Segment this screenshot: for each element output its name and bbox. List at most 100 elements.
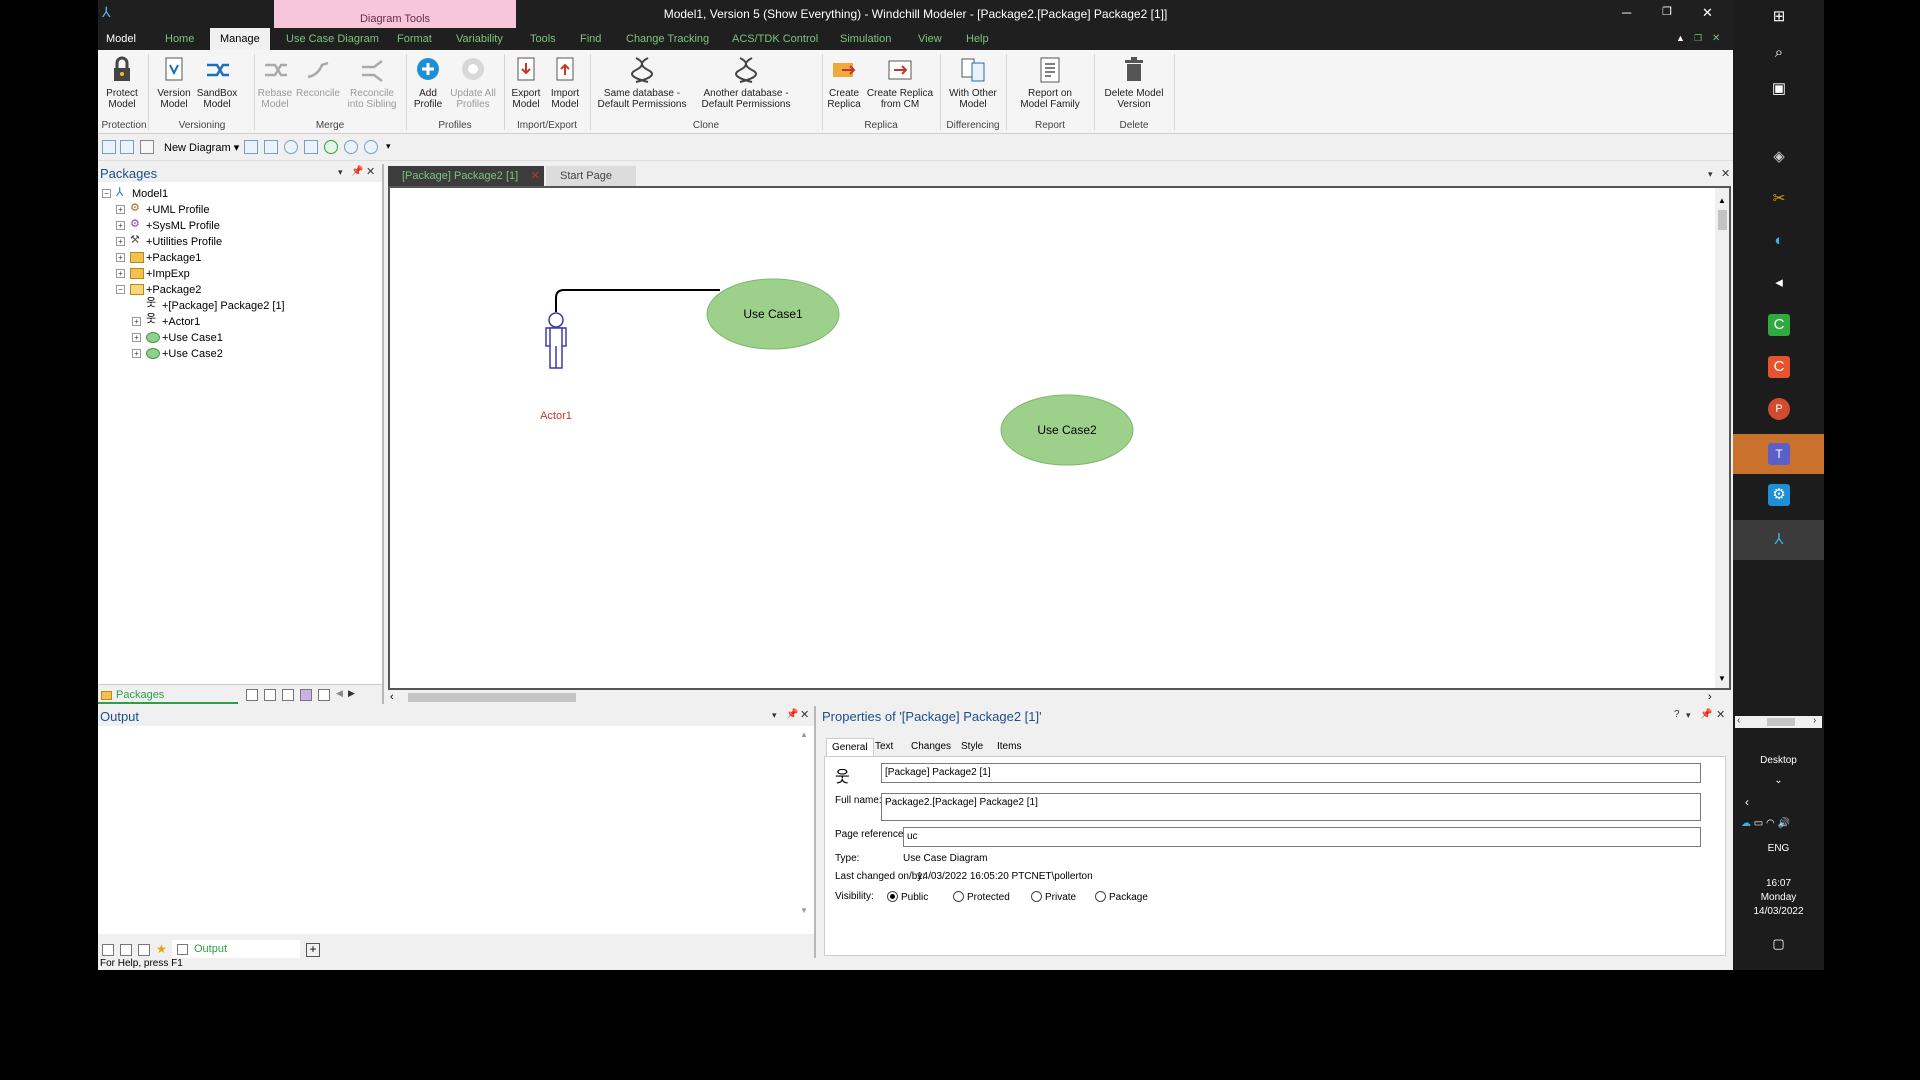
expand-icon[interactable]: + — [132, 333, 141, 342]
wifi-icon[interactable]: ◠ — [1766, 818, 1775, 829]
horizontal-scroll-thumb[interactable] — [408, 693, 576, 702]
doc-tab-start-page[interactable]: Start Page — [546, 166, 636, 186]
clone-another-database-button[interactable]: Another database - Default Permissions — [694, 55, 798, 110]
taskbar-scroll-right-icon[interactable]: › — [1813, 715, 1816, 726]
mdi-restore-icon[interactable]: ❐ — [1694, 33, 1702, 44]
settings-app-icon[interactable]: ⚙ — [1768, 484, 1790, 506]
tab-items[interactable]: Items — [992, 738, 1026, 755]
desktop-label[interactable]: Desktop — [1733, 755, 1824, 766]
terminal-icon[interactable]: ◂ — [1768, 272, 1790, 294]
scroll-down-icon[interactable]: ▼ — [1718, 674, 1726, 683]
visibility-private-radio[interactable]: Private — [1031, 891, 1076, 903]
tab-acs-tdk-control[interactable]: ACS/TDK Control — [732, 33, 818, 45]
clock-time[interactable]: 16:07 — [1733, 878, 1824, 889]
pin-icon[interactable]: 📌 — [786, 709, 798, 720]
new-document-icon[interactable] — [120, 140, 134, 154]
camtasia-red-icon[interactable]: C — [1768, 356, 1790, 378]
tab-use-case-diagram[interactable]: Use Case Diagram — [286, 33, 379, 45]
back-chevron-icon[interactable]: ‹ — [1733, 795, 1824, 809]
tab-general[interactable]: General — [826, 738, 874, 756]
battery-icon[interactable]: ▭ — [1754, 818, 1763, 829]
tab-view[interactable]: View — [918, 33, 942, 45]
tools-app-icon[interactable]: ✂ — [1768, 188, 1790, 210]
sandbox-model-button[interactable]: SandBox Model — [196, 55, 238, 110]
tab-help[interactable]: Help — [966, 33, 989, 45]
restore-icon[interactable]: ❐ — [1662, 5, 1672, 18]
new-diagram-dropdown[interactable]: New Diagram ▾ — [164, 141, 239, 154]
diagrams-view-icon[interactable] — [264, 689, 276, 701]
zoom-out-icon[interactable] — [364, 140, 378, 154]
scroll-right-icon[interactable]: ▶ — [348, 688, 355, 699]
visibility-protected-radio[interactable]: Protected — [953, 891, 1010, 903]
tab-format[interactable]: Format — [397, 33, 432, 45]
check-results-icon[interactable] — [138, 944, 150, 956]
taskbar-scrollbar[interactable]: ‹ › — [1735, 715, 1822, 728]
rebase-model-button[interactable]: Rebase Model — [256, 55, 294, 110]
output-scroll-down-icon[interactable]: ▼ — [800, 906, 808, 915]
clone-same-database-button[interactable]: Same database - Default Permissions — [594, 55, 690, 110]
help-icon[interactable] — [284, 140, 298, 154]
search-results-icon[interactable] — [120, 944, 132, 956]
tab-changes[interactable]: Changes — [906, 738, 956, 755]
collapse-icon[interactable]: − — [102, 189, 111, 198]
hscroll-left-icon[interactable]: ‹ — [390, 691, 394, 703]
edge-browser-icon[interactable]: ◐ — [1768, 230, 1790, 252]
diagram-props-icon[interactable] — [244, 140, 258, 154]
pin-icon[interactable]: 📌 — [351, 166, 363, 177]
actor1-shape[interactable] — [545, 312, 567, 369]
volume-icon[interactable]: 🔊 — [1778, 818, 1790, 829]
add-tab-icon[interactable]: + — [306, 943, 320, 957]
scroll-left-icon[interactable]: ◀ — [336, 688, 343, 699]
layout-icon[interactable] — [304, 140, 318, 154]
protect-model-button[interactable]: Protect Model — [102, 55, 142, 110]
contents-view-icon[interactable] — [282, 689, 294, 701]
tab-variability[interactable]: Variability — [456, 33, 503, 45]
panel-close-icon[interactable]: ✕ — [366, 165, 375, 178]
tab-home[interactable]: Home — [165, 33, 194, 45]
browser-view-icon[interactable] — [246, 689, 258, 701]
task-view-icon[interactable]: ▣ — [1768, 78, 1790, 100]
version-model-button[interactable]: Version Model — [154, 55, 194, 110]
doc-tab-close-icon[interactable]: ✕ — [531, 169, 540, 182]
tab-tools[interactable]: Tools — [530, 33, 556, 45]
mdi-close-icon[interactable]: ✕ — [1712, 33, 1720, 44]
taskbar-scroll-left-icon[interactable]: ‹ — [1737, 715, 1740, 726]
taskbar-scroll-thumb[interactable] — [1767, 718, 1795, 726]
language-indicator[interactable]: ENG — [1733, 843, 1824, 854]
tab-simulation[interactable]: Simulation — [840, 33, 891, 45]
create-replica-from-cm-button[interactable]: Create Replica from CM — [864, 55, 936, 110]
export-model-button[interactable]: Export Model — [508, 55, 544, 110]
minimize-icon[interactable]: ─ — [1622, 5, 1631, 20]
vertical-scroll-thumb[interactable] — [1718, 210, 1727, 230]
name-field[interactable]: [Package] Package2 [1] — [881, 763, 1701, 783]
output-footer-tab[interactable]: Output — [172, 940, 300, 960]
close-icon[interactable]: ✕ — [1702, 5, 1713, 21]
expand-icon[interactable]: + — [116, 269, 125, 278]
favorites-view-icon[interactable] — [318, 689, 330, 701]
expand-icon[interactable]: + — [116, 237, 125, 246]
canvas-vertical-scrollbar[interactable]: ▲ ▼ — [1715, 188, 1729, 688]
canvas-horizontal-scrollbar[interactable]: ‹ › — [388, 690, 1731, 704]
reconcile-into-sibling-button[interactable]: Reconcile into Sibling — [344, 55, 400, 110]
panel-menu-icon[interactable]: ▾ — [772, 710, 777, 721]
new-package-icon[interactable] — [102, 140, 116, 154]
diagram-canvas[interactable]: Actor1 Use Case1 Use Case2 ▲ ▼ — [388, 186, 1731, 690]
import-model-button[interactable]: Import Model — [546, 55, 584, 110]
app-pinned-icon[interactable]: ◈ — [1768, 146, 1790, 168]
powerpoint-icon[interactable]: P — [1768, 398, 1790, 420]
open-icon[interactable] — [140, 140, 154, 154]
with-other-model-button[interactable]: With Other Model — [944, 55, 1002, 110]
full-name-field[interactable]: Package2.[Package] Package2 [1] — [881, 793, 1701, 821]
fit-icon[interactable] — [264, 140, 278, 154]
refresh-icon[interactable] — [324, 140, 338, 154]
report-on-model-family-button[interactable]: Report on Model Family — [1010, 55, 1090, 110]
scroll-up-icon[interactable]: ▲ — [1718, 196, 1726, 205]
panel-menu-icon[interactable]: ▾ — [338, 167, 343, 178]
add-profile-button[interactable]: Add Profile — [410, 55, 446, 110]
page-reference-field[interactable]: uc — [903, 827, 1701, 847]
tab-change-tracking[interactable]: Change Tracking — [626, 33, 709, 45]
expand-icon[interactable]: + — [116, 205, 125, 214]
create-replica-button[interactable]: Create Replica — [824, 55, 864, 110]
expand-icon[interactable]: + — [116, 253, 125, 262]
expand-icon[interactable]: + — [132, 349, 141, 358]
